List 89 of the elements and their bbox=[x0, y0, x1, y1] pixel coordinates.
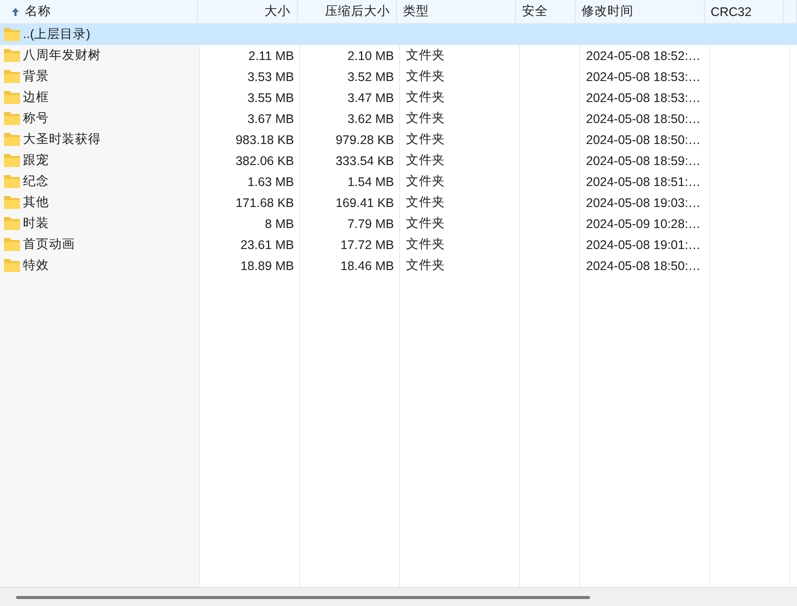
cell-text: 7.79 MB bbox=[347, 216, 394, 230]
cell-text: 171.68 KB bbox=[236, 196, 294, 210]
cell-text: 文件夹 bbox=[406, 236, 445, 253]
cell-text: 3.52 MB bbox=[347, 70, 394, 84]
file-name: 边框 bbox=[23, 89, 49, 106]
file-row[interactable]: 首页动画 23.61 MB 17.72 MB 文件夹 2024-05-08 19:01:… bbox=[0, 234, 797, 255]
file-name: 大圣时装获得 bbox=[23, 131, 101, 148]
scrollbar-thumb[interactable] bbox=[16, 596, 590, 598]
file-name: 其他 bbox=[23, 194, 49, 211]
cell-text: 2024-05-08 19:01:… bbox=[586, 238, 701, 252]
cell-text: 文件夹 bbox=[406, 89, 445, 106]
cell-text: 979.28 KB bbox=[336, 132, 394, 146]
file-row[interactable]: 八周年发财树 2.11 MB 2.10 MB 文件夹 2024-05-08 18:52:… bbox=[0, 45, 797, 66]
folder-icon bbox=[4, 133, 20, 146]
column-header[interactable]: CRC32 bbox=[704, 0, 784, 24]
folder-icon bbox=[4, 154, 20, 167]
cell-text: 2024-05-08 18:50:… bbox=[586, 132, 701, 146]
cell-text: 23.61 MB bbox=[240, 238, 294, 252]
cell-text: 333.54 KB bbox=[336, 154, 394, 168]
column-header[interactable]: 类型 bbox=[396, 0, 516, 24]
cell-text: 文件夹 bbox=[406, 47, 445, 64]
file-row[interactable]: 背景 3.53 MB 3.52 MB 文件夹 2024-05-08 18:53:… bbox=[0, 66, 797, 87]
cell-text: 文件夹 bbox=[406, 257, 445, 274]
column-header[interactable]: 名称 bbox=[0, 0, 198, 24]
file-name: 首页动画 bbox=[23, 236, 75, 253]
cell-text: 3.62 MB bbox=[347, 112, 394, 126]
column-header[interactable]: 安全 bbox=[516, 0, 576, 24]
cell-text: 2024-05-08 19:03:… bbox=[586, 196, 701, 210]
cell-text: 3.67 MB bbox=[247, 112, 294, 126]
horizontal-scrollbar[interactable] bbox=[0, 587, 797, 606]
file-row[interactable]: 时装 8 MB 7.79 MB 文件夹 2024-05-09 10:28:… bbox=[0, 213, 797, 234]
cell-text: 2.11 MB bbox=[248, 48, 294, 62]
column-header[interactable]: 压缩后大小 bbox=[298, 0, 397, 24]
cell-text: 2024-05-08 18:53:… bbox=[586, 70, 701, 84]
cell-text: 文件夹 bbox=[406, 173, 445, 190]
file-name: ..(上层目录) bbox=[23, 26, 90, 43]
file-row[interactable]: ..(上层目录) bbox=[0, 24, 797, 45]
cell-text: 2024-05-08 18:50:… bbox=[586, 258, 701, 272]
cell-text: 文件夹 bbox=[406, 110, 445, 127]
file-name: 特效 bbox=[23, 257, 49, 274]
cell-text: 2024-05-08 18:51:… bbox=[586, 174, 701, 188]
file-name: 称号 bbox=[23, 110, 49, 127]
file-row[interactable]: 称号 3.67 MB 3.62 MB 文件夹 2024-05-08 18:50:… bbox=[0, 108, 797, 129]
file-name: 八周年发财树 bbox=[23, 47, 101, 64]
column-header[interactable]: 大小 bbox=[198, 0, 298, 24]
cell-text: 1.54 MB bbox=[347, 174, 394, 188]
cell-text: 1.63 MB bbox=[247, 174, 294, 188]
cell-text: 2024-05-08 18:59:… bbox=[586, 154, 701, 168]
file-row[interactable]: 纪念 1.63 MB 1.54 MB 文件夹 2024-05-08 18:51:… bbox=[0, 171, 797, 192]
folder-icon bbox=[4, 28, 20, 41]
folder-icon bbox=[4, 259, 20, 272]
file-row[interactable]: 其他 171.68 KB 169.41 KB 文件夹 2024-05-08 19:03:… bbox=[0, 192, 797, 213]
cell-text: 文件夹 bbox=[406, 152, 445, 169]
file-row[interactable]: 边框 3.55 MB 3.47 MB 文件夹 2024-05-08 18:53:… bbox=[0, 87, 797, 108]
folder-icon bbox=[4, 175, 20, 188]
folder-icon bbox=[4, 112, 20, 125]
cell-text: 3.53 MB bbox=[247, 70, 294, 84]
folder-icon bbox=[4, 238, 20, 251]
cell-text: 2024-05-08 18:53:… bbox=[586, 90, 701, 104]
folder-icon bbox=[4, 49, 20, 62]
file-name: 跟宠 bbox=[23, 152, 49, 169]
folder-icon bbox=[4, 70, 20, 83]
cell-text: 169.41 KB bbox=[336, 196, 394, 210]
cell-text: 3.47 MB bbox=[347, 90, 394, 104]
file-name: 时装 bbox=[23, 215, 49, 232]
cell-text: 8 MB bbox=[264, 216, 294, 230]
cell-text: 18.89 MB bbox=[240, 258, 294, 272]
file-row[interactable]: 特效 18.89 MB 18.46 MB 文件夹 2024-05-08 18:50:… bbox=[0, 255, 797, 276]
cell-text: 382.06 KB bbox=[236, 154, 294, 168]
cell-text: 文件夹 bbox=[406, 194, 445, 211]
cell-text: 17.72 MB bbox=[340, 238, 394, 252]
file-row[interactable]: 跟宠 382.06 KB 333.54 KB 文件夹 2024-05-08 18:59:… bbox=[0, 150, 797, 171]
folder-icon bbox=[4, 217, 20, 230]
cell-text: 18.46 MB bbox=[340, 258, 394, 272]
file-name: 纪念 bbox=[23, 173, 49, 190]
folder-icon bbox=[4, 91, 20, 104]
cell-text: 2024-05-08 18:52:… bbox=[586, 48, 701, 62]
cell-text: 文件夹 bbox=[406, 68, 445, 85]
cell-text: 2.10 MB bbox=[347, 48, 394, 62]
cell-text: 983.18 KB bbox=[236, 132, 294, 146]
cell-text: 2024-05-09 10:28:… bbox=[586, 216, 701, 230]
cell-text: 3.55 MB bbox=[247, 90, 294, 104]
cell-text: 文件夹 bbox=[406, 215, 445, 232]
file-name: 背景 bbox=[23, 68, 49, 85]
cell-text: 2024-05-08 18:50:… bbox=[586, 112, 701, 126]
folder-icon bbox=[4, 196, 20, 209]
column-header[interactable]: 修改时间 bbox=[576, 0, 705, 24]
file-row[interactable]: 大圣时装获得 983.18 KB 979.28 KB 文件夹 2024-05-08 18:50:… bbox=[0, 129, 797, 150]
cell-text: 文件夹 bbox=[406, 131, 445, 148]
